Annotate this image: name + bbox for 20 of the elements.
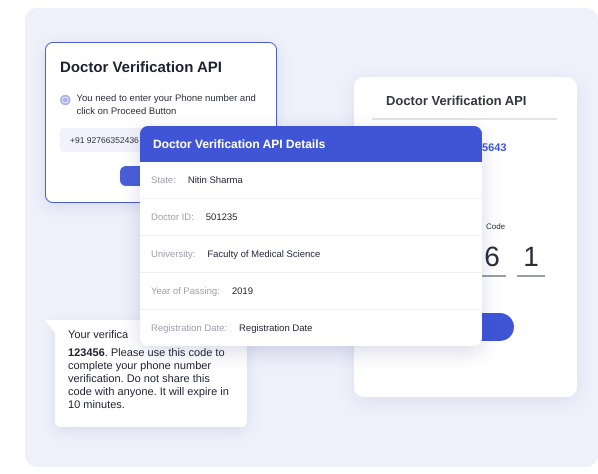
phone-number: 5643 xyxy=(482,142,508,154)
card-title: Doctor Verification API xyxy=(372,93,557,120)
info-icon xyxy=(60,92,71,108)
sms-message: 123456. Please use this code to complete your phone number verification. Do not share this code with anyone. It will expire in 10 minutes. xyxy=(68,347,230,412)
field-value: Faculty of Medical Science xyxy=(207,248,320,260)
field-label: State: xyxy=(151,174,176,186)
field-label: University: xyxy=(151,248,196,260)
otp-digit[interactable]: 1 xyxy=(517,241,545,277)
instruction-text: You need to enter your Phone number and click on Proceed Button xyxy=(76,92,257,118)
card-title: Doctor Verification API xyxy=(60,59,223,76)
code-label: Code xyxy=(486,222,506,231)
sms-first-line: Your verifica xyxy=(68,329,128,342)
field-value: Registration Date xyxy=(239,322,312,334)
details-header: Doctor Verification API Details xyxy=(140,126,482,162)
field-value: Nitin Sharma xyxy=(188,174,243,186)
field-label: Year of Passing: xyxy=(151,286,220,296)
field-label: Registration Date: xyxy=(151,322,228,334)
field-value: 2019 xyxy=(232,286,253,296)
field-value: 501235 xyxy=(206,212,238,222)
field-label: Doctor ID: xyxy=(151,212,194,222)
